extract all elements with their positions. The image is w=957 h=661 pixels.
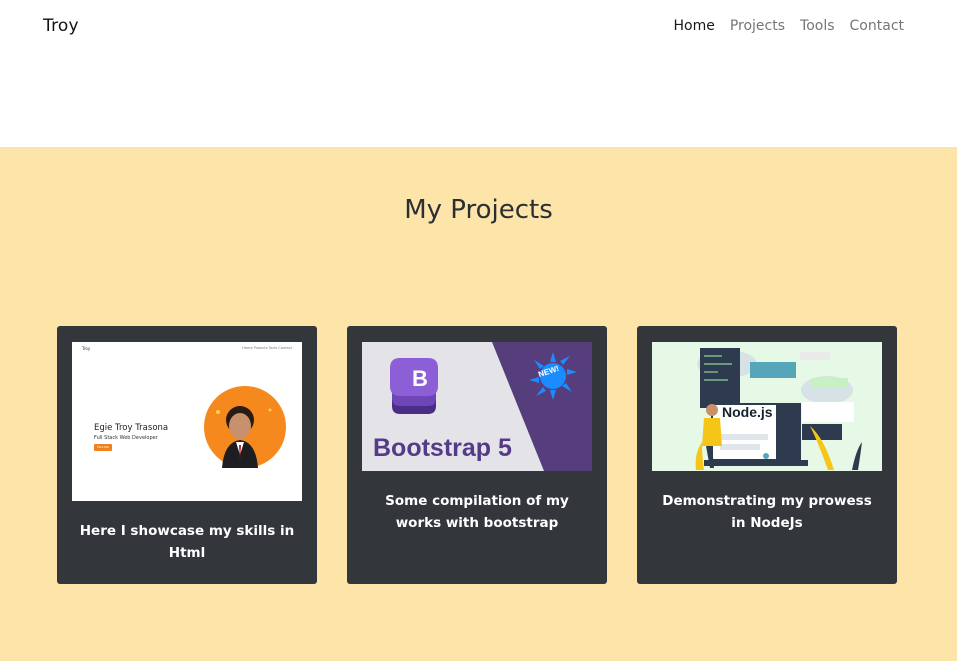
project-description: Demonstrating my prowess in NodeJs bbox=[662, 493, 872, 531]
nav-link-contact[interactable]: Contact bbox=[850, 18, 904, 34]
project-thumbnail-nodejs: Node.js bbox=[652, 342, 882, 471]
brand-logo[interactable]: Troy bbox=[43, 16, 79, 36]
section-title: My Projects bbox=[404, 195, 553, 225]
project-card-nodejs[interactable]: Node.js Demonstrating my prowess in Node… bbox=[637, 326, 897, 584]
nav-link-home[interactable]: Home bbox=[673, 18, 714, 34]
project-thumbnail-bootstrap: B Bootstrap 5 NEW! bbox=[362, 342, 592, 471]
project-description: Here I showcase my skills in Html bbox=[79, 523, 295, 561]
nav-link-tools[interactable]: Tools bbox=[800, 18, 835, 34]
nodejs-label: Node.js bbox=[722, 404, 773, 420]
project-card-html[interactable]: Troy Home Projects Tools Contact Egie Tr… bbox=[57, 326, 317, 584]
project-card-bootstrap[interactable]: B Bootstrap 5 NEW! Some compilation of m… bbox=[347, 326, 607, 584]
project-description: Some compilation of my works with bootst… bbox=[385, 493, 569, 531]
nav-links: Home Projects Tools Contact bbox=[673, 18, 904, 34]
bootstrap-logo-letter: B bbox=[412, 366, 428, 391]
projects-section: My Projects Troy Home Projects Tools Con… bbox=[0, 147, 957, 661]
bootstrap-wordmark: Bootstrap 5 bbox=[373, 434, 512, 462]
nav-link-projects[interactable]: Projects bbox=[730, 18, 785, 34]
navbar: Troy Home Projects Tools Contact bbox=[0, 0, 957, 147]
project-thumbnail-html: Troy Home Projects Tools Contact Egie Tr… bbox=[72, 342, 302, 501]
profile-photo bbox=[204, 386, 286, 468]
